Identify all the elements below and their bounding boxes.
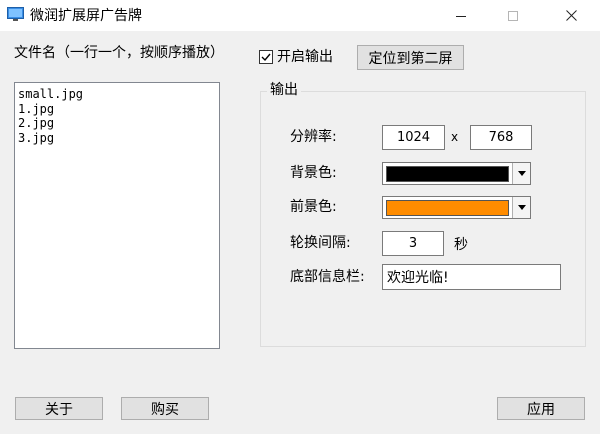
- resolution-width-value: 1024: [396, 130, 431, 145]
- minimize-button[interactable]: [438, 0, 484, 31]
- interval-value: 3: [408, 236, 418, 251]
- resolution-height-value: 768: [488, 130, 514, 145]
- foreground-color-label: 前景色:: [290, 199, 337, 215]
- dropdown-arrow-icon: [517, 205, 526, 210]
- maximize-button[interactable]: [490, 0, 536, 31]
- checkmark-icon: [261, 53, 271, 62]
- enable-output-checkbox[interactable]: [259, 50, 273, 64]
- list-item: 3.jpg: [18, 130, 55, 145]
- apply-button[interactable]: 应用: [497, 397, 585, 420]
- about-button[interactable]: 关于: [15, 397, 103, 420]
- list-item: 2.jpg: [18, 116, 55, 130]
- window-title: 微润扩展屏广告牌: [30, 8, 142, 24]
- resolution-separator: x: [451, 130, 459, 144]
- interval-label: 轮换间隔:: [290, 235, 351, 251]
- background-color-swatch: [386, 166, 509, 182]
- minimize-icon: [456, 15, 466, 17]
- resolution-width-input[interactable]: 1024: [382, 125, 445, 150]
- resolution-height-input[interactable]: 768: [470, 125, 532, 150]
- maximize-icon: [508, 10, 518, 21]
- list-item: 1.jpg: [18, 101, 55, 116]
- close-icon: [565, 10, 577, 21]
- interval-unit: 秒: [454, 237, 468, 253]
- list-item: small.jpg: [18, 87, 84, 101]
- footer-info-value: 欢迎光临!: [387, 270, 449, 286]
- background-color-select[interactable]: [382, 162, 531, 185]
- resolution-label: 分辨率:: [290, 129, 337, 145]
- output-group-title: 输出: [267, 81, 301, 99]
- foreground-color-dropdown[interactable]: [512, 197, 530, 218]
- footer-info-input[interactable]: 欢迎光临!: [382, 264, 561, 290]
- file-list-label: 文件名（一行一个，按顺序播放）: [14, 45, 224, 61]
- locate-second-screen-button[interactable]: 定位到第二屏: [357, 45, 464, 70]
- enable-output-label[interactable]: 开启输出: [277, 48, 333, 66]
- interval-input[interactable]: 3: [382, 231, 444, 256]
- dropdown-arrow-icon: [517, 171, 526, 176]
- close-button[interactable]: [548, 0, 594, 31]
- foreground-color-swatch: [386, 200, 509, 216]
- foreground-color-select[interactable]: [382, 196, 531, 219]
- app-monitor-icon: [7, 7, 24, 22]
- buy-button[interactable]: 购买: [121, 397, 209, 420]
- background-color-label: 背景色:: [290, 165, 337, 181]
- background-color-dropdown[interactable]: [512, 163, 530, 184]
- file-list-textarea[interactable]: small.jpg 1.jpg 2.jpg 3.jpg: [14, 82, 220, 349]
- footer-info-label: 底部信息栏:: [290, 269, 365, 285]
